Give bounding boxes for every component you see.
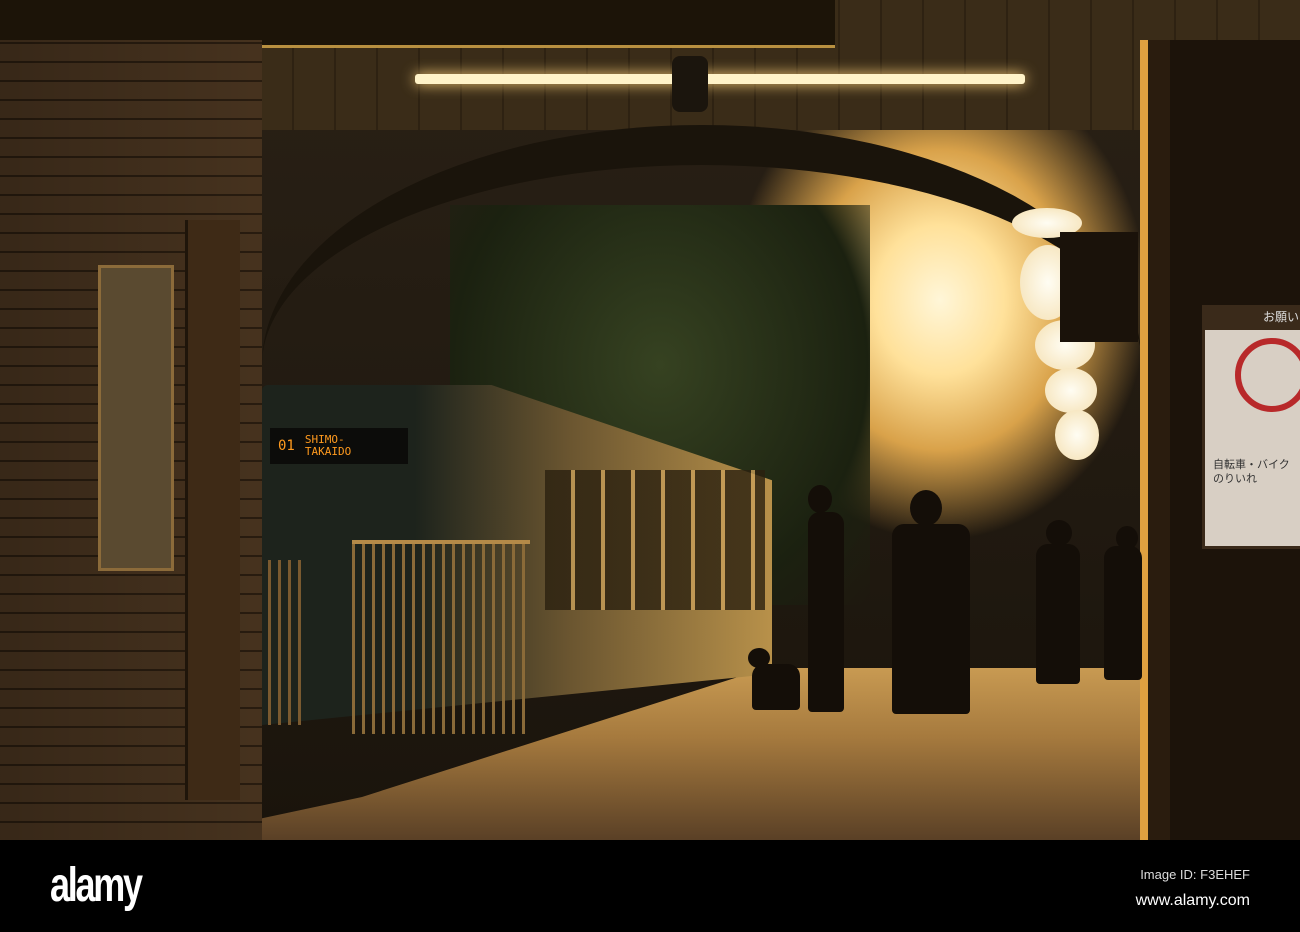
door (185, 220, 240, 800)
alamy-logo: alamy (50, 859, 143, 912)
person-silhouette (1036, 544, 1080, 684)
route-number: 01 (278, 438, 295, 454)
station-photo: 01 SHIMO- TAKAIDO お願い 自転車・バイクのりいれ (0, 0, 1300, 840)
person-head (1046, 520, 1072, 546)
no-bicycles-sign: お願い 自転車・バイクのりいれ (1202, 305, 1300, 549)
destination-display: 01 SHIMO- TAKAIDO (270, 428, 408, 464)
sign-text: 自転車・バイクのりいれ (1213, 459, 1290, 485)
person-head (808, 485, 832, 513)
woman-silhouette (892, 524, 970, 714)
security-camera (672, 56, 708, 112)
destination-line2: TAKAIDO (304, 445, 352, 458)
platform-fence (352, 540, 530, 734)
no-bicycle-icon (1235, 338, 1300, 412)
lamp-globe (1045, 368, 1097, 413)
fluorescent-light (415, 74, 1025, 84)
person-head (910, 490, 942, 526)
sign-header: お願い (1205, 308, 1300, 330)
watermark-bar: alamy Image ID: F3EHEF www.alamy.com (0, 840, 1300, 932)
platform-fence (258, 560, 306, 725)
person-silhouette (1104, 546, 1142, 680)
child-silhouette (752, 664, 800, 710)
photo-scene: 01 SHIMO- TAKAIDO お願い 自転車・バイクのりいれ alamy I… (0, 0, 1300, 932)
website-url: www.alamy.com (1135, 892, 1250, 909)
framed-map (98, 265, 174, 571)
canopy-arch (262, 125, 1142, 365)
woman-silhouette (808, 512, 844, 712)
lamp-globe (1055, 410, 1099, 460)
tram-windows (545, 470, 765, 610)
image-id: Image ID: F3EHEF (1140, 867, 1250, 882)
signal-box (1060, 232, 1138, 342)
